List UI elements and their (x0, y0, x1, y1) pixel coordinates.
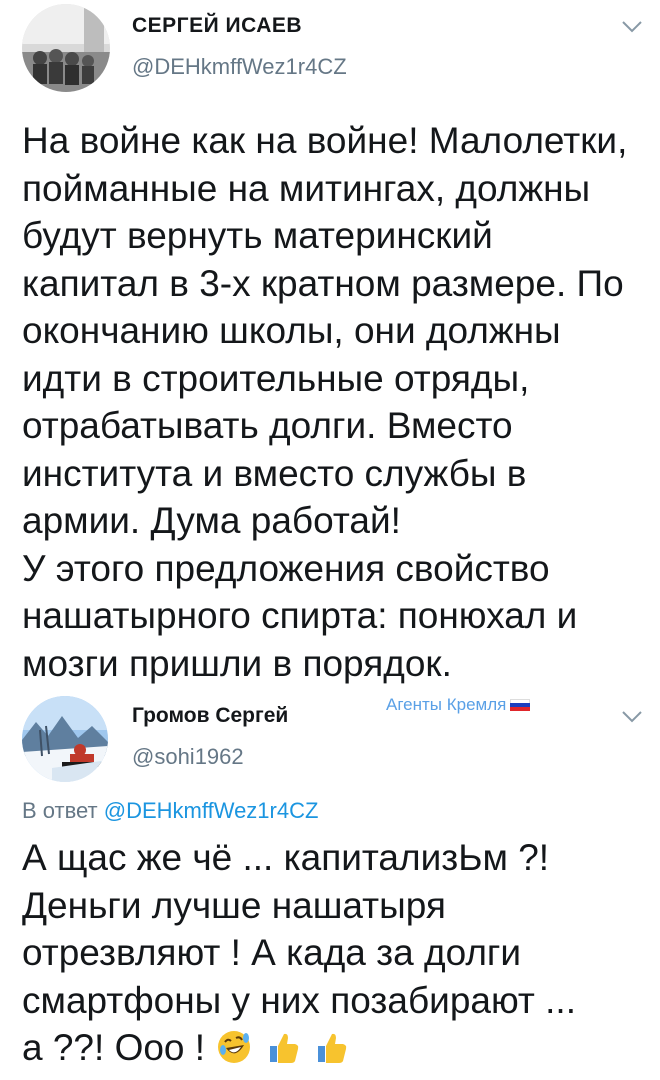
author-name[interactable]: Громов Сергей (132, 704, 288, 728)
author-handle[interactable]: @sohi1962 (132, 744, 244, 770)
tweet-text-line: института и вместо службы в (22, 452, 527, 494)
reply-prefix: В ответ (22, 798, 98, 823)
tweet-text-line: Деньги лучше нашатыря (22, 884, 446, 926)
rolling-on-floor-laughing-icon (218, 1031, 251, 1063)
chevron-down-icon[interactable] (621, 20, 643, 34)
tweet-text-line: На войне как на войне! Малолетки, (22, 120, 628, 161)
author-handle[interactable]: @DEHkmffWez1r4CZ (132, 54, 347, 80)
tweet-text-line: У этого предложения свойство (22, 547, 550, 589)
tweet-text-line: будут вернуть материнский (22, 215, 493, 256)
tweet-text-line: окончанию школы, они должны (22, 310, 561, 351)
thumbs-up-icon (269, 1033, 298, 1063)
avatar[interactable] (22, 696, 108, 782)
tweet-text-line: отрезвляют ! А када за долги (22, 932, 522, 973)
tweet-text-line: А щас же чё ... капитализЬм ?! (22, 837, 550, 878)
avatar-photo-icon (22, 4, 110, 92)
tweet-text-line: смартфоны у них позабирают ... (22, 979, 576, 1021)
user-label[interactable]: Агенты Кремля (386, 695, 531, 715)
tweet-text-line: капитал в 3-х кратном размере. По (22, 262, 624, 304)
tweet-original[interactable]: СЕРГЕЙ ИСАЕВ @DEHkmffWez1r4CZ На войне к… (0, 0, 660, 690)
reply-context: В ответ @DEHkmffWez1r4CZ (22, 798, 318, 824)
tweet-text-line: идти в строительные отряды, (22, 357, 530, 399)
tweet-text-line: а ??! Ооо ! (22, 1024, 576, 1072)
tweet-text-line: пойманные на митингах, должны (22, 167, 591, 209)
tweet-reply[interactable]: Громов Сергей Агенты Кремля @sohi1962 В … (0, 690, 660, 1080)
russian-flag-icon (510, 698, 531, 711)
author-name[interactable]: СЕРГЕЙ ИСАЕВ (132, 14, 302, 38)
tweet-text: На войне как на войне! Малолетки, пойман… (22, 117, 627, 687)
reply-mention-link[interactable]: @DEHkmffWez1r4CZ (104, 798, 319, 823)
tweet-text-line: армии. Дума работай! (22, 500, 401, 541)
chevron-down-icon[interactable] (621, 710, 643, 724)
tweet-text-line: мозги пришли в порядок. (22, 642, 452, 684)
tweet-text-line: нашатырного спирта: понюхал и (22, 595, 578, 636)
thumbs-up-icon (317, 1033, 347, 1063)
avatar-photo-icon (22, 696, 108, 782)
tweet-text-line: отрабатывать долги. Вместо (22, 405, 513, 446)
avatar[interactable] (22, 4, 110, 92)
tweet-text-line-last: а ??! Ооо ! (22, 1027, 206, 1068)
tweet-text: А щас же чё ... капитализЬм ?! Деньги лу… (22, 834, 576, 1072)
user-label-text: Агенты Кремля (386, 695, 507, 714)
